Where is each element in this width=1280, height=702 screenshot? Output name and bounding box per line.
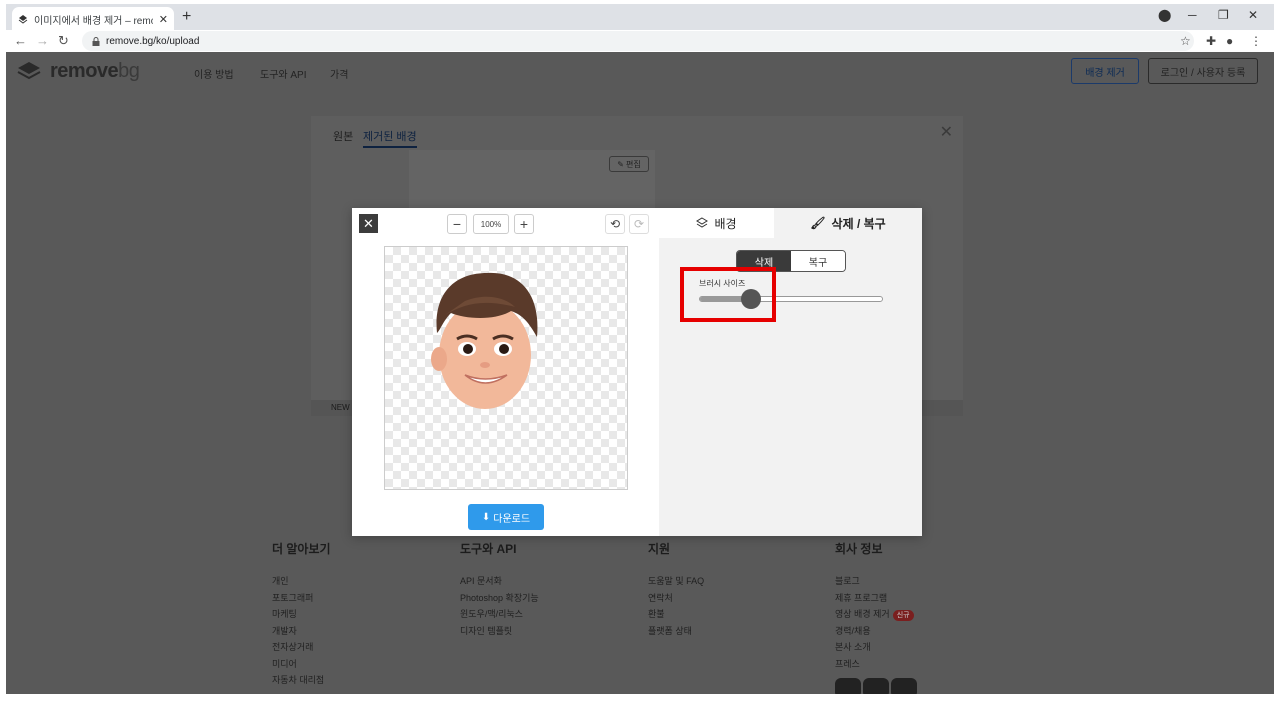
footer-heading: 지원	[648, 542, 671, 556]
footer-link[interactable]: 연락처	[648, 590, 704, 607]
footer-heading: 더 알아보기	[272, 542, 331, 556]
highlight-box	[680, 267, 776, 322]
removebg-logo-icon	[17, 62, 41, 80]
tab-original[interactable]: 원본	[333, 128, 353, 144]
browser-menu-icon[interactable]: ⋮	[1250, 34, 1262, 48]
facebook-icon[interactable]	[835, 678, 861, 694]
footer-column-support: 지원 도움말 및 FAQ 연락처 환불 플랫폼 상태	[648, 540, 704, 639]
footer-link[interactable]: 윈도우/맥/리눅스	[460, 606, 539, 623]
footer-link[interactable]: 포토그래퍼	[272, 590, 331, 607]
footer-link[interactable]: API 문서화	[460, 573, 539, 590]
account-icon[interactable]: ●	[1226, 34, 1233, 48]
site-logo[interactable]: removebg	[16, 58, 140, 84]
footer-link[interactable]: 영상 배경 제거 신규	[835, 606, 914, 623]
nav-tools-api[interactable]: 도구와 API	[260, 66, 307, 81]
browser-tab[interactable]: 이미지에서 배경 제거 – remove ✕	[12, 7, 174, 31]
instagram-icon[interactable]	[863, 678, 889, 694]
footer-link[interactable]: 제휴 프로그램	[835, 590, 914, 607]
window-close-button[interactable]: ✕	[1248, 8, 1258, 22]
tab-removed-background[interactable]: 제거된 배경	[363, 128, 417, 148]
edit-button[interactable]: ✎ 편집	[609, 156, 649, 172]
editor-modal: ✕ − 100% + ⟲ ⟳ ⬇ 다운로드 배경 🖌 삭제 / 복구 삭제 복구…	[352, 208, 922, 536]
layers-icon	[696, 217, 709, 228]
footer-link[interactable]: 미디어	[272, 656, 331, 673]
redo-button[interactable]: ⟳	[629, 214, 649, 234]
url-text: remove.bg/ko/upload	[106, 35, 200, 47]
profile-menu-icon[interactable]: ⬤	[1158, 8, 1171, 22]
modal-close-button[interactable]: ✕	[359, 214, 378, 233]
footer-link[interactable]: 개인	[272, 573, 331, 590]
avatar-cutout-image	[431, 272, 538, 409]
new-tab-button[interactable]: +	[182, 8, 191, 26]
editor-side-panel: 배경 🖌 삭제 / 복구 삭제 복구 브러시 사이즈	[659, 208, 922, 536]
pencil-icon: ✎	[617, 159, 624, 169]
bookmark-star-icon[interactable]: ☆	[1180, 34, 1191, 48]
footer-column-learn-more: 더 알아보기 개인 포토그래퍼 마케팅 개발자 전자상거래 미디어 자동차 대리…	[272, 540, 331, 689]
login-signup-button[interactable]: 로그인 / 사용자 등록	[1148, 58, 1258, 84]
footer-link[interactable]: 전자상거래	[272, 639, 331, 656]
footer-link[interactable]: 도움말 및 FAQ	[648, 573, 704, 590]
reload-icon[interactable]: ↻	[58, 33, 69, 49]
footer-link[interactable]: 본사 소개	[835, 639, 914, 656]
footer-column-tools: 도구와 API API 문서화 Photoshop 확장기능 윈도우/맥/리눅스…	[460, 540, 539, 639]
card-close-icon[interactable]: ✕	[940, 122, 953, 142]
lock-icon	[92, 36, 100, 46]
footer-heading: 회사 정보	[835, 542, 883, 556]
brush-icon: 🖌	[810, 216, 826, 230]
footer-link[interactable]: 자동차 대리점	[272, 672, 331, 689]
tab-close-icon[interactable]: ✕	[159, 13, 168, 26]
close-icon: ✕	[363, 215, 374, 231]
footer-link[interactable]: 환불	[648, 606, 704, 623]
browser-tab-strip: 이미지에서 배경 제거 – remove ✕ + ⬤ ─ ❐ ✕	[6, 4, 1274, 31]
undo-button[interactable]: ⟲	[605, 214, 625, 234]
footer-link[interactable]: 디자인 템플릿	[460, 623, 539, 640]
nav-how-it-works[interactable]: 이용 방법	[194, 66, 234, 81]
forward-icon[interactable]: →	[36, 33, 49, 48]
new-badge: 신규	[892, 610, 914, 621]
back-icon[interactable]: ←	[14, 33, 27, 48]
download-icon: ⬇	[481, 511, 491, 523]
nav-pricing[interactable]: 가격	[330, 66, 348, 81]
tab-background[interactable]: 배경	[659, 208, 774, 238]
footer-link[interactable]: 프레스	[835, 656, 914, 673]
tab-erase-restore[interactable]: 🖌 삭제 / 복구	[774, 208, 922, 238]
address-bar-row: ← → ↻ remove.bg/ko/upload ☆ ✚ ● ⋮	[6, 30, 1274, 52]
tab-title: 이미지에서 배경 제거 – remove	[34, 15, 153, 27]
remove-background-button[interactable]: 배경 제거	[1071, 58, 1139, 84]
footer-heading: 도구와 API	[460, 542, 517, 556]
footer-link[interactable]: 플랫폼 상태	[648, 623, 704, 640]
footer-link[interactable]: 개발자	[272, 623, 331, 640]
logo-text: removebg	[50, 59, 140, 82]
footer-link[interactable]: 마케팅	[272, 606, 331, 623]
download-button[interactable]: ⬇ 다운로드	[468, 504, 544, 530]
url-bar[interactable]: remove.bg/ko/upload	[82, 31, 1194, 51]
footer-column-company: 회사 정보 블로그 제휴 프로그램 영상 배경 제거 신규 경력/채용 본사 소개…	[835, 540, 914, 672]
twitter-icon[interactable]	[891, 678, 917, 694]
zoom-level: 100%	[473, 214, 509, 234]
minimize-button[interactable]: ─	[1188, 8, 1197, 22]
extensions-icon[interactable]: ✚	[1206, 34, 1216, 48]
restore-button[interactable]: ❐	[1218, 8, 1229, 22]
footer-link[interactable]: 블로그	[835, 573, 914, 590]
footer-link[interactable]: Photoshop 확장기능	[460, 590, 539, 607]
zoom-in-button[interactable]: +	[514, 214, 534, 234]
zoom-out-button[interactable]: −	[447, 214, 467, 234]
footer-link[interactable]: 경력/채용	[835, 623, 914, 640]
removebg-favicon-icon	[18, 15, 28, 24]
mode-restore-button[interactable]: 복구	[791, 251, 845, 271]
editor-canvas[interactable]	[384, 246, 628, 490]
